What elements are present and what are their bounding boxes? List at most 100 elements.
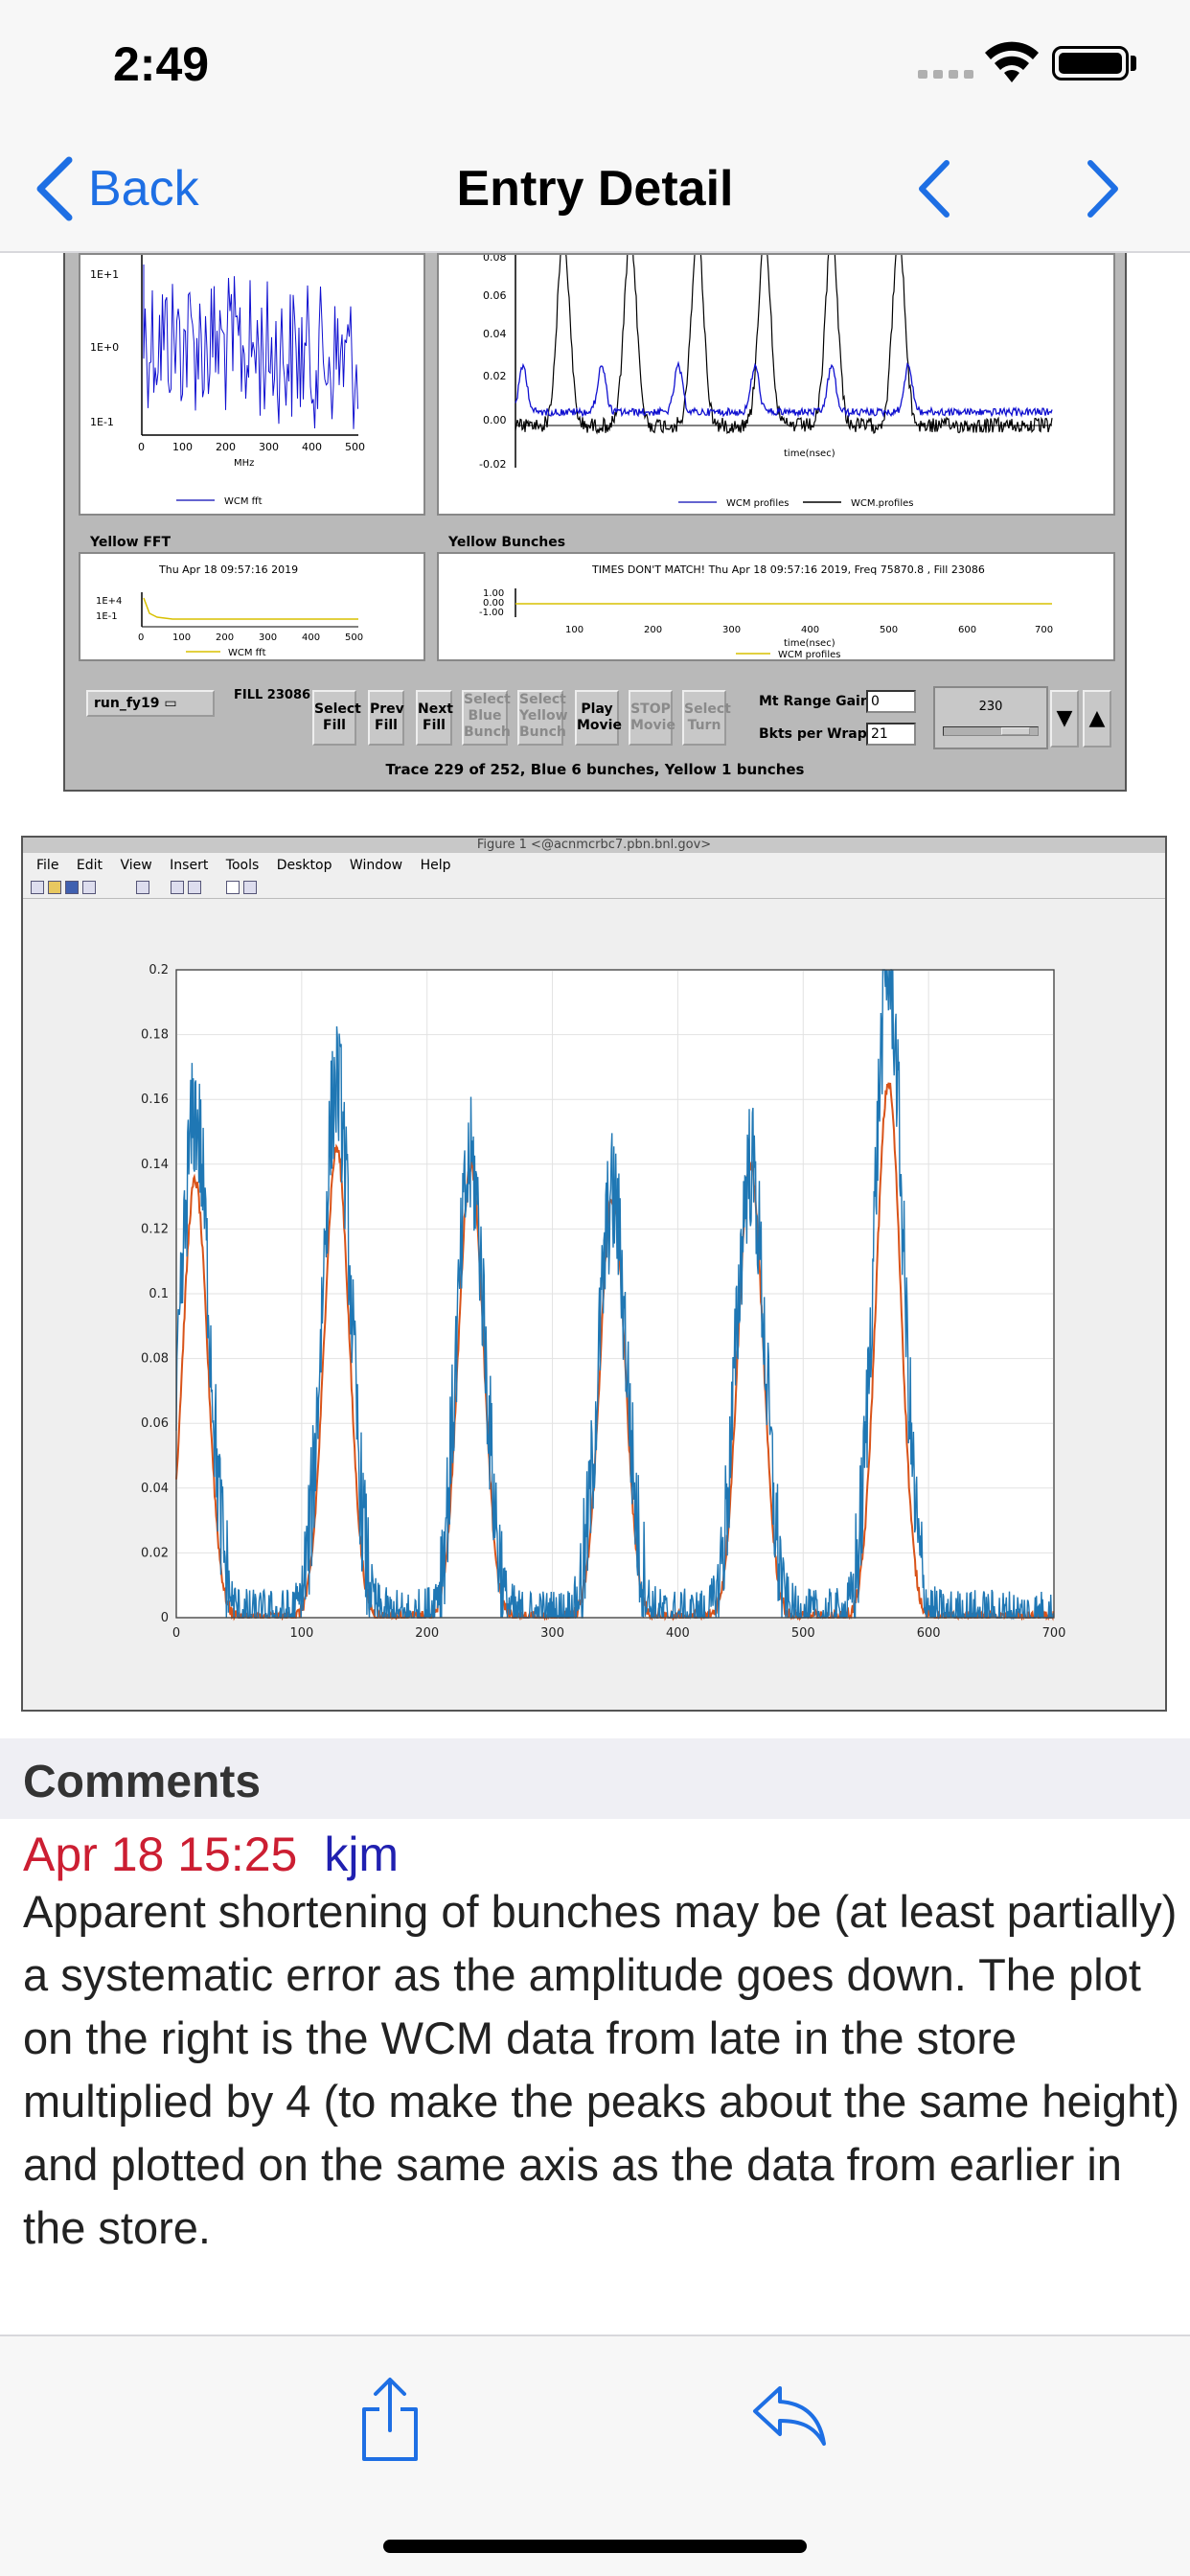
- previous-entry-icon[interactable]: [910, 157, 958, 220]
- stop-movie-button[interactable]: STOP Movie: [629, 690, 675, 746]
- yellow-bunches-xtick: 400: [801, 625, 819, 635]
- yellow-bunches-plot: TIMES DON'T MATCH! Thu Apr 18 09:57:16 2…: [479, 564, 1053, 660]
- slider-thumb[interactable]: [1001, 727, 1030, 735]
- pointer-icon[interactable]: [226, 881, 240, 894]
- new-figure-icon[interactable]: [31, 881, 44, 894]
- yellow-fft-legend: WCM fft: [228, 648, 266, 658]
- x-tick-label: 500: [791, 1626, 815, 1641]
- blue-bunches-ytick: -0.02: [479, 458, 506, 471]
- blue-fft-pane: 1E+1 1E+0 1E-1 0 100 200 300 400 500 MHz…: [79, 253, 425, 516]
- menu-insert[interactable]: Insert: [170, 855, 208, 876]
- y-tick-label: 0.16: [141, 1092, 169, 1107]
- save-icon[interactable]: [65, 881, 79, 894]
- print-icon[interactable]: [82, 881, 96, 894]
- blue-bunches-xlabel: time(nsec): [784, 448, 835, 459]
- yellow-fft-xtick: 200: [216, 632, 234, 643]
- next-fill-button[interactable]: Next Fill: [416, 690, 453, 746]
- link-plot-icon[interactable]: [136, 881, 149, 894]
- y-tick-label: 0.14: [141, 1158, 169, 1172]
- decrement-button[interactable]: ▼: [1050, 690, 1079, 748]
- menu-edit[interactable]: Edit: [77, 855, 103, 876]
- home-indicator: [383, 2540, 807, 2553]
- yellow-fft-xtick: 100: [172, 632, 191, 643]
- x-tick-label: 400: [666, 1626, 690, 1641]
- blue-fft-xtick: 100: [172, 441, 193, 453]
- menu-window[interactable]: Window: [350, 855, 402, 876]
- menu-help[interactable]: Help: [421, 855, 451, 876]
- comment-body: Apparent shortening of bunches may be (a…: [23, 1886, 1180, 2253]
- property-editor-icon[interactable]: [243, 881, 257, 894]
- blue-bunches-ytick: 0.00: [483, 414, 507, 426]
- yellow-fft-xtick: 300: [259, 632, 277, 643]
- yellow-fft-trace: [143, 597, 358, 620]
- blue-fft-xtick: 0: [138, 441, 145, 453]
- yellow-fft-plot: Thu Apr 18 09:57:16 2019 1E+4 1E-1 0 100…: [96, 564, 363, 658]
- slider-value: 230: [978, 700, 1003, 714]
- blue-fft-legend: WCM fft: [224, 496, 263, 507]
- wifi-icon: [985, 41, 1039, 82]
- increment-button[interactable]: ▲: [1083, 690, 1111, 748]
- attachment-image-gui: 1E+1 1E+0 1E-1 0 100 200 300 400 500 MHz…: [63, 253, 1127, 792]
- select-yellow-bunch-button[interactable]: Select Yellow Bunch: [517, 690, 568, 746]
- figure-menubar: File Edit View Insert Tools Desktop Wind…: [23, 855, 1165, 876]
- x-tick-label: 200: [415, 1626, 439, 1641]
- yellow-bunches-xtick: 700: [1035, 625, 1053, 635]
- page-title: Entry Detail: [456, 161, 734, 217]
- blue-fft-xtick: 500: [345, 441, 365, 453]
- x-tick-label: 300: [540, 1626, 564, 1641]
- attachment-image-figure: Figure 1 <@acnmcrbc7.pbn.bnl.gov> File E…: [21, 836, 1167, 1712]
- yellow-fft-ytick: 1E+4: [96, 596, 122, 607]
- share-icon[interactable]: [358, 2375, 422, 2463]
- y-tick-label: 0.02: [141, 1546, 169, 1560]
- yellow-bunches-legend: WCM profiles: [778, 650, 840, 659]
- blue-fft-xlabel: MHz: [234, 458, 254, 469]
- blue-bunches-ytick: 0.08: [483, 255, 507, 264]
- next-entry-icon[interactable]: [1079, 157, 1127, 220]
- y-tick-label: 0: [161, 1611, 169, 1625]
- select-blue-bunch-button[interactable]: Select Blue Bunch: [462, 690, 511, 746]
- down-arrow-icon: ▼: [1056, 706, 1073, 730]
- trace-slider[interactable]: [943, 726, 1039, 736]
- blue-fft-ytick: 1E-1: [90, 416, 114, 428]
- comments-header-label: Comments: [23, 1757, 262, 1807]
- blue-bunches-ytick: 0.06: [483, 289, 507, 302]
- menu-desktop[interactable]: Desktop: [277, 855, 332, 876]
- x-tick-label: 600: [917, 1626, 941, 1641]
- legend-icon[interactable]: [188, 881, 201, 894]
- yellow-bunches-ytick: -1.00: [479, 608, 504, 618]
- mt-range-gain-input[interactable]: 0: [866, 690, 916, 713]
- menu-tools[interactable]: Tools: [226, 855, 260, 876]
- open-icon[interactable]: [48, 881, 61, 894]
- blue-fft-xtick: 400: [302, 441, 322, 453]
- mt-range-gain-label: Mt Range Gain: [759, 694, 870, 709]
- play-movie-button[interactable]: Play Movie: [575, 690, 622, 746]
- blue-bunches-blue-trace: [515, 360, 1053, 419]
- yellow-fft-pane: Thu Apr 18 09:57:16 2019 1E+4 1E-1 0 100…: [79, 552, 425, 661]
- yellow-fft-title: Thu Apr 18 09:57:16 2019: [158, 564, 298, 576]
- blue-bunches-pane: 0.08 0.06 0.04 0.02 0.00 -0.02 time(nsec…: [437, 253, 1115, 516]
- navigation-bar: Back Entry Detail: [0, 126, 1190, 253]
- menu-view[interactable]: View: [120, 855, 151, 876]
- blue-fft-plot: 1E+1 1E+0 1E-1 0 100 200 300 400 500 MHz…: [90, 255, 365, 507]
- menu-file[interactable]: File: [36, 855, 58, 876]
- bkts-per-wrap-input[interactable]: 21: [866, 723, 916, 746]
- comment-date: Apr 18 15:25: [23, 1828, 298, 1881]
- reply-icon[interactable]: [751, 2382, 828, 2450]
- y-tick-label: 0.18: [141, 1028, 169, 1043]
- colorbar-icon[interactable]: [171, 881, 184, 894]
- cellular-signal-icon: [918, 70, 973, 79]
- blue-fft-xtick: 300: [259, 441, 279, 453]
- select-turn-button[interactable]: Select Turn: [682, 690, 731, 746]
- blue-bunches-ytick: 0.02: [483, 370, 507, 382]
- yellow-bunches-title: TIMES DON'T MATCH! Thu Apr 18 09:57:16 2…: [591, 564, 985, 576]
- y-tick-label: 0.12: [141, 1222, 169, 1236]
- status-time: 2:49: [113, 37, 210, 91]
- entry-detail-screen: 2:49 Back Entry Detail 1E+1 1E+0 1E-1 0 …: [0, 0, 1190, 2576]
- figure-window-title: Figure 1 <@acnmcrbc7.pbn.bnl.gov>: [23, 838, 1165, 853]
- prev-fill-button[interactable]: Prev Fill: [368, 690, 404, 746]
- select-fill-button[interactable]: Select Fill: [312, 690, 361, 746]
- yellow-bunches-group-label: Yellow Bunches: [445, 535, 570, 550]
- blue-bunches-black-trace: [515, 253, 1053, 435]
- comment-author: kjm: [324, 1828, 400, 1881]
- run-select[interactable]: run_fy19 ▭: [86, 690, 215, 717]
